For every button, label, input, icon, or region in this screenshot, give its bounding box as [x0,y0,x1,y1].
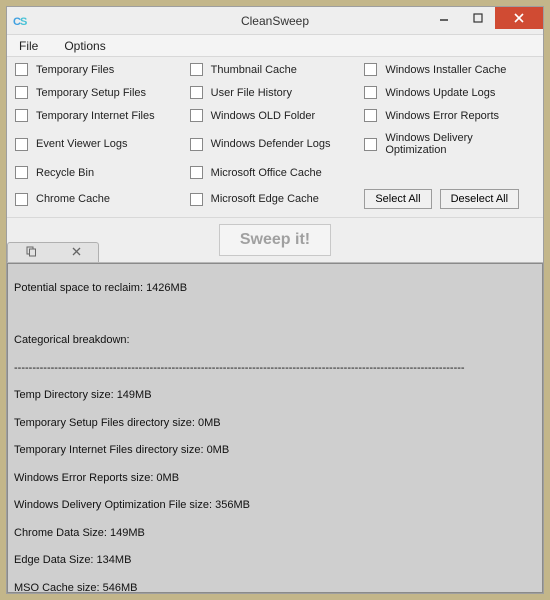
check-label: Microsoft Office Cache [211,167,322,179]
sweep-row: Sweep it! [7,217,543,263]
close-button[interactable] [495,7,543,29]
check-label: Temporary Internet Files [36,110,155,122]
checkbox-grid: Temporary Files Thumbnail Cache Windows … [15,63,535,209]
check-temporary-setup-files[interactable]: Temporary Setup Files [15,86,186,99]
check-event-viewer-logs[interactable]: Event Viewer Logs [15,132,186,156]
copy-icon[interactable] [26,246,37,260]
checkbox-icon [190,166,203,179]
output-breakdown-label: Categorical breakdown: [14,334,536,348]
check-label: Chrome Cache [36,193,110,205]
sweep-button[interactable]: Sweep it! [219,224,331,256]
minimize-button[interactable] [427,7,461,29]
checkbox-icon [190,109,203,122]
checkbox-icon [15,63,28,76]
checkbox-icon [190,138,203,151]
menu-options[interactable]: Options [60,37,109,55]
checkbox-icon [190,86,203,99]
check-label: Windows Installer Cache [385,64,506,76]
output-separator: ----------------------------------------… [14,362,536,376]
checkbox-icon [364,63,377,76]
titlebar: C S CleanSweep [7,7,543,35]
output-line: Windows Delivery Optimization File size:… [14,499,536,513]
check-label: Temporary Files [36,64,114,76]
output-line: Temp Directory size: 149MB [14,389,536,403]
menubar: File Options [7,35,543,57]
checkbox-icon [15,138,28,151]
output-line: Temporary Internet Files directory size:… [14,444,536,458]
checkbox-panel: Temporary Files Thumbnail Cache Windows … [7,57,543,217]
check-microsoft-edge-cache[interactable]: Microsoft Edge Cache [190,189,361,209]
check-windows-installer-cache[interactable]: Windows Installer Cache [364,63,535,76]
checkbox-icon [190,193,203,206]
output-line: MSO Cache size: 546MB [14,582,536,594]
check-label: Temporary Setup Files [36,87,146,99]
check-label: Windows Defender Logs [211,138,331,150]
svg-text:S: S [20,16,27,28]
select-all-button[interactable]: Select All [364,189,431,209]
check-label: Windows Delivery Optimization [385,132,535,156]
check-windows-defender-logs[interactable]: Windows Defender Logs [190,132,361,156]
deselect-all-button[interactable]: Deselect All [440,189,519,209]
check-label: Microsoft Edge Cache [211,193,319,205]
output-tab-controls [7,242,99,262]
close-tab-icon[interactable] [72,247,81,259]
output-line: Temporary Setup Files directory size: 0M… [14,417,536,431]
output-line: Windows Error Reports size: 0MB [14,472,536,486]
app-window: C S CleanSweep File Options Temporary Fi… [6,6,544,594]
checkbox-icon [15,86,28,99]
app-logo-icon: C S [13,13,31,29]
check-temporary-internet-files[interactable]: Temporary Internet Files [15,109,186,122]
check-recycle-bin[interactable]: Recycle Bin [15,166,186,179]
selection-buttons: Select All Deselect All [364,189,535,209]
checkbox-icon [190,63,203,76]
check-label: Thumbnail Cache [211,64,297,76]
check-windows-error-reports[interactable]: Windows Error Reports [364,109,535,122]
check-label: Recycle Bin [36,167,94,179]
window-controls [427,7,543,34]
check-microsoft-office-cache[interactable]: Microsoft Office Cache [190,166,361,179]
menu-file[interactable]: File [15,37,42,55]
checkbox-icon [15,193,28,206]
check-label: Windows Error Reports [385,110,499,122]
check-thumbnail-cache[interactable]: Thumbnail Cache [190,63,361,76]
check-label: Windows Update Logs [385,87,495,99]
output-pane: Potential space to reclaim: 1426MB Categ… [7,263,543,593]
check-windows-update-logs[interactable]: Windows Update Logs [364,86,535,99]
check-label: Windows OLD Folder [211,110,316,122]
check-label: Event Viewer Logs [36,138,128,150]
checkbox-icon [15,166,28,179]
checkbox-icon [364,138,377,151]
maximize-button[interactable] [461,7,495,29]
checkbox-icon [364,86,377,99]
output-line: Edge Data Size: 134MB [14,554,536,568]
check-windows-delivery-optimization[interactable]: Windows Delivery Optimization [364,132,535,156]
check-label: User File History [211,87,292,99]
check-chrome-cache[interactable]: Chrome Cache [15,189,186,209]
checkbox-icon [15,109,28,122]
output-line: Chrome Data Size: 149MB [14,527,536,541]
checkbox-icon [364,109,377,122]
output-header: Potential space to reclaim: 1426MB [14,282,536,296]
check-user-file-history[interactable]: User File History [190,86,361,99]
check-windows-old-folder[interactable]: Windows OLD Folder [190,109,361,122]
check-temporary-files[interactable]: Temporary Files [15,63,186,76]
